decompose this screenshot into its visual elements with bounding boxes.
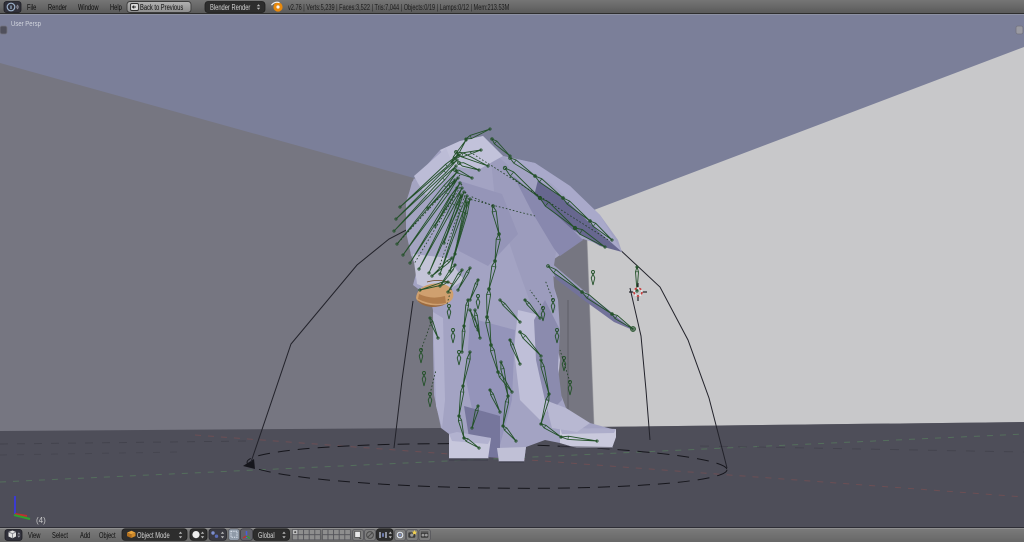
svg-text:User Persp: User Persp: [11, 20, 41, 28]
svg-text:(4): (4): [36, 516, 46, 525]
